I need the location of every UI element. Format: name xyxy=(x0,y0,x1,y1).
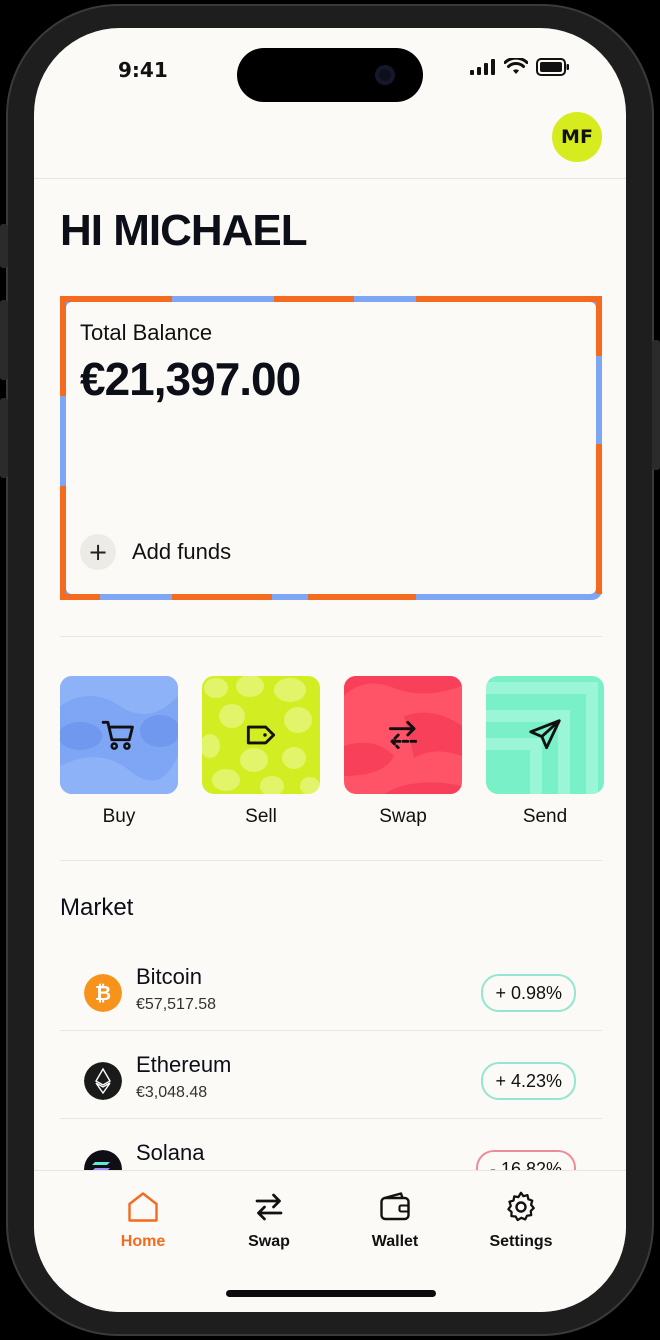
send-tile xyxy=(486,676,604,794)
add-funds-button[interactable]: + Add funds xyxy=(80,534,231,570)
row-divider xyxy=(60,1030,602,1031)
dynamic-island xyxy=(237,48,423,102)
sell-label: Sell xyxy=(245,806,277,827)
send-icon xyxy=(529,719,561,750)
change-badge: + 4.23% xyxy=(481,1062,576,1100)
volume-down-button xyxy=(0,398,8,478)
tab-swap[interactable]: Swap xyxy=(214,1189,324,1251)
send-action[interactable]: Send xyxy=(486,676,604,828)
gear-icon xyxy=(507,1191,535,1222)
plus-icon: + xyxy=(80,534,116,570)
battery-icon xyxy=(536,58,569,76)
svg-text:₿: ₿ xyxy=(95,983,111,1005)
tab-settings[interactable]: Settings xyxy=(466,1189,576,1251)
change-badge: + 0.98% xyxy=(481,974,576,1012)
balance-card-body: Total Balance €21,397.00 + Add funds xyxy=(66,302,596,594)
tab-label: Wallet xyxy=(371,1233,419,1250)
tab-label: Home xyxy=(120,1233,166,1250)
camera-icon xyxy=(375,65,395,85)
tab-label: Settings xyxy=(489,1233,553,1250)
tab-home[interactable]: Home xyxy=(88,1189,198,1251)
tab-label: Swap xyxy=(248,1233,290,1250)
status-time: 9:41 xyxy=(118,58,168,82)
row-divider xyxy=(60,1118,602,1119)
sell-action[interactable]: Sell xyxy=(202,676,320,828)
header-divider xyxy=(34,178,626,179)
wifi-icon xyxy=(504,58,528,74)
bitcoin-icon: ₿ xyxy=(84,974,122,1012)
tab-wallet[interactable]: Wallet xyxy=(340,1189,450,1251)
coin-price: €3,048.48 xyxy=(136,1084,208,1101)
add-funds-label: Add funds xyxy=(132,539,232,564)
phone-device: 9:41 MF HI MICHAEL Total Balance €21,397… xyxy=(0,0,660,1340)
buy-label: Buy xyxy=(102,806,136,827)
cart-icon xyxy=(101,720,134,750)
volume-up-button xyxy=(0,300,8,380)
coin-price: €57,517.58 xyxy=(136,996,217,1013)
home-indicator[interactable] xyxy=(226,1290,436,1297)
quick-actions: Buy Sell Swap Send xyxy=(60,676,604,828)
total-balance-value: €21,397.00 xyxy=(80,353,301,405)
buy-action[interactable]: Buy xyxy=(60,676,178,828)
power-button xyxy=(652,340,660,470)
market-title: Market xyxy=(60,894,134,921)
balance-card: Total Balance €21,397.00 + Add funds xyxy=(60,296,602,600)
home-icon xyxy=(128,1192,158,1222)
market-row-bitcoin[interactable]: ₿ Bitcoin €57,517.58 + 0.98% xyxy=(60,954,602,1042)
signal-icon xyxy=(470,59,495,75)
status-icons xyxy=(470,58,570,76)
sell-tile xyxy=(202,676,320,794)
silent-switch xyxy=(0,224,8,268)
app-screen: 9:41 MF HI MICHAEL Total Balance €21,397… xyxy=(34,28,626,1312)
wallet-icon xyxy=(380,1192,410,1221)
buy-tile xyxy=(60,676,178,794)
coin-name: Ethereum xyxy=(136,1052,232,1077)
total-balance-label: Total Balance xyxy=(80,320,213,345)
section-divider xyxy=(60,636,602,637)
swap-arrows-icon xyxy=(388,720,418,750)
coin-name: Solana xyxy=(136,1140,205,1165)
ethereum-icon xyxy=(84,1062,122,1100)
send-label: Send xyxy=(522,806,568,827)
section-divider xyxy=(60,860,602,861)
coin-name: Bitcoin xyxy=(136,964,203,989)
swap-label: Swap xyxy=(379,806,427,827)
swap-icon xyxy=(255,1193,283,1221)
swap-action[interactable]: Swap xyxy=(344,676,462,828)
greeting-title: HI MICHAEL xyxy=(60,206,308,255)
swap-tile xyxy=(344,676,462,794)
tag-icon xyxy=(246,725,276,745)
market-row-ethereum[interactable]: Ethereum €3,048.48 + 4.23% xyxy=(60,1042,602,1130)
avatar[interactable]: MF xyxy=(552,112,602,162)
